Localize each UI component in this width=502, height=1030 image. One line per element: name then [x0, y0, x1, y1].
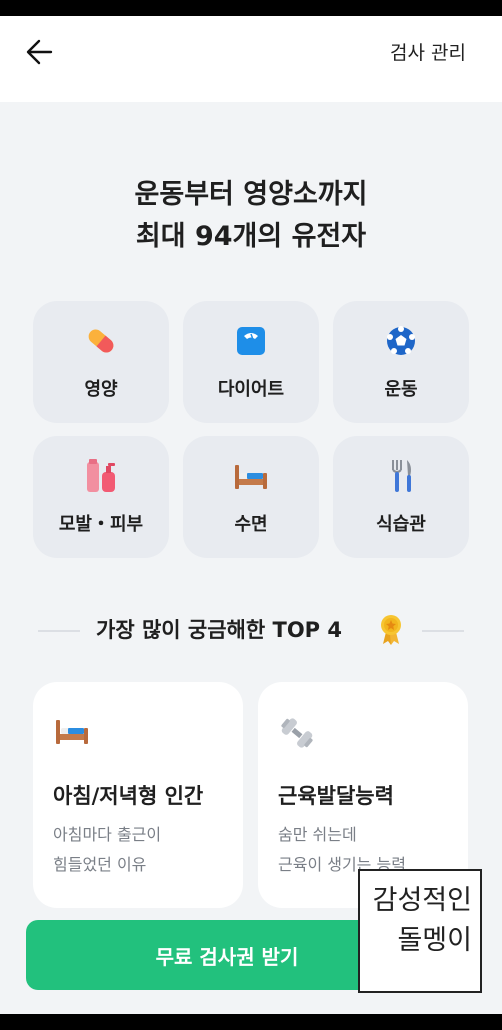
back-button[interactable]: [20, 32, 60, 72]
cosmetics-icon: [84, 456, 118, 496]
category-eating-habits[interactable]: 식습관: [333, 436, 469, 558]
category-label: 운동: [384, 379, 418, 400]
fork-knife-icon: [386, 456, 416, 496]
dumbbell-icon: [278, 716, 316, 754]
category-exercise[interactable]: 운동: [333, 301, 469, 423]
title-line-1: 운동부터 영양소까지: [134, 179, 368, 210]
top4-section-header: 가장 많이 궁금해한 TOP 4: [0, 614, 502, 648]
scale-icon: [235, 321, 267, 361]
bed-icon: [53, 716, 91, 750]
watermark-line: 돌멩이: [397, 925, 472, 956]
card-desc-line: 힘들었던 이유: [53, 855, 147, 874]
watermark-line: 감성적인: [372, 885, 472, 916]
category-sleep[interactable]: 수면: [183, 436, 319, 558]
card-desc-line: 아침마다 출근이: [53, 825, 162, 844]
category-label: 수면: [234, 514, 268, 535]
category-nutrition[interactable]: 영양: [33, 301, 169, 423]
arrow-left-icon: [26, 39, 53, 65]
divider: [422, 630, 464, 632]
soccer-ball-icon: [385, 321, 417, 361]
card-desc-line: 숨만 쉬는데: [278, 825, 357, 844]
cta-label: 무료 검사권 받기: [155, 944, 299, 969]
card-title: 아침/저녁형 인간: [53, 784, 204, 808]
bed-icon: [233, 456, 269, 496]
system-bottom-bar: [0, 1014, 502, 1030]
category-hair-skin[interactable]: 모발・피부: [33, 436, 169, 558]
app-bar: 검사 관리: [0, 16, 502, 102]
category-label: 다이어트: [217, 379, 285, 400]
top4-card-chronotype[interactable]: 아침/저녁형 인간 아침마다 출근이 힘들었던 이유: [33, 682, 243, 908]
top4-title: 가장 많이 궁금해한 TOP 4: [96, 618, 342, 642]
page-title: 운동부터 영양소까지 최대 94개의 유전자: [0, 174, 502, 258]
card-title: 근육발달능력: [278, 784, 394, 808]
watermark: 감성적인 돌멩이: [358, 869, 482, 993]
divider: [38, 630, 80, 632]
category-label: 모발・피부: [58, 514, 144, 535]
card-description: 아침마다 출근이 힘들었던 이유: [53, 820, 161, 880]
screen: 검사 관리 운동부터 영양소까지 최대 94개의 유전자 영양 다이어트 운동 …: [0, 16, 502, 1014]
category-label: 영양: [84, 379, 118, 400]
medal-icon: [378, 614, 404, 650]
category-diet[interactable]: 다이어트: [183, 301, 319, 423]
category-label: 식습관: [376, 514, 426, 535]
pill-icon: [84, 321, 118, 361]
manage-tests-link[interactable]: 검사 관리: [390, 38, 466, 65]
title-line-2: 최대 94개의 유전자: [135, 221, 367, 252]
